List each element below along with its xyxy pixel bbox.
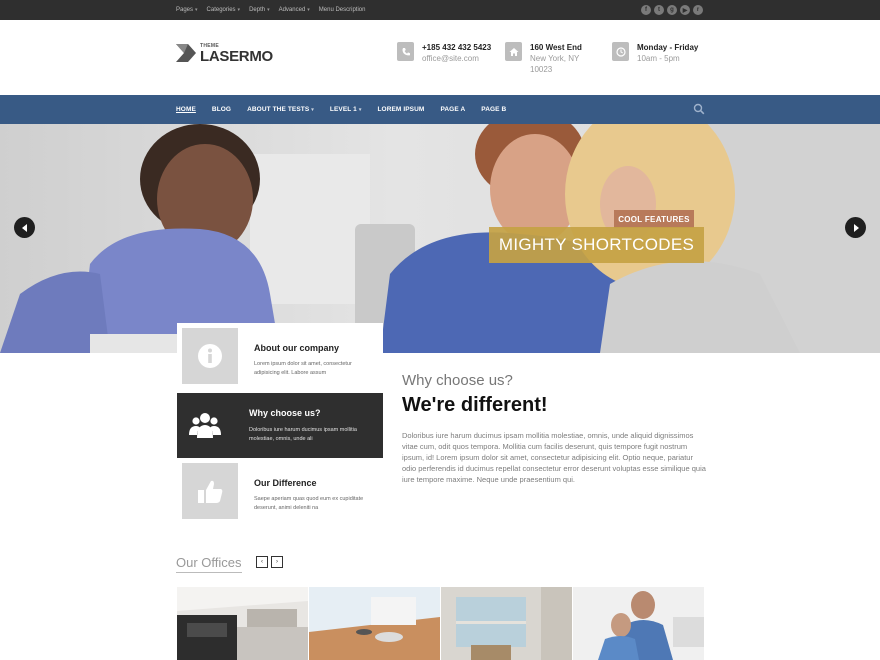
contact-phone: +185 432 432 5423 office@site.com bbox=[397, 42, 491, 64]
info-icon bbox=[198, 344, 222, 368]
contact-hours: Monday - Friday 10am - 5pm bbox=[612, 42, 698, 64]
logo-mark-icon[interactable] bbox=[176, 44, 196, 62]
address-zip: 10023 bbox=[530, 65, 553, 74]
thumbs-up-icon-box bbox=[182, 463, 238, 519]
contact-address: 160 West End New York, NY 10023 bbox=[505, 42, 582, 75]
group-icon bbox=[189, 413, 221, 438]
section-subtitle: Why choose us? bbox=[402, 372, 513, 389]
feature-desc: Doloribus iure harum ducimus ipsam molli… bbox=[249, 427, 357, 442]
email-address[interactable]: office@site.com bbox=[422, 53, 491, 64]
feature-about[interactable]: About our company Lorem ipsum dolor sit … bbox=[177, 323, 383, 389]
nav-item-label: LOREM IPSUM bbox=[377, 106, 425, 113]
phone-number: +185 432 432 5423 bbox=[422, 43, 492, 52]
nav-item-label: ABOUT THE TESTS bbox=[247, 106, 310, 113]
section-title: We're different! bbox=[402, 394, 548, 416]
hero-image bbox=[0, 124, 880, 353]
chevron-down-icon: ▾ bbox=[358, 107, 362, 113]
nav-item-page-b[interactable]: PAGE B bbox=[481, 106, 506, 113]
offices-underline bbox=[176, 572, 242, 573]
office-thumb-window[interactable] bbox=[441, 587, 572, 660]
chevron-down-icon: ▾ bbox=[195, 7, 198, 13]
google-plus-icon[interactable]: g bbox=[667, 5, 677, 15]
top-menu-label: Advanced bbox=[278, 7, 306, 13]
thumbs-up-icon bbox=[198, 480, 223, 503]
office-thumb-kitchen[interactable] bbox=[177, 587, 308, 660]
slider-next-button[interactable] bbox=[845, 217, 866, 238]
chevron-right-icon bbox=[853, 223, 859, 232]
nav-items: HOME BLOG ABOUT THE TESTS ▾ LEVEL 1 ▾ LOREM IP… bbox=[176, 95, 506, 124]
top-menu-label: Pages bbox=[176, 7, 194, 13]
top-menu-item[interactable]: Depth ▾ bbox=[249, 7, 270, 13]
chevron-down-icon: ▾ bbox=[267, 7, 270, 13]
feature-why[interactable]: Why choose us? Doloribus iure harum duci… bbox=[177, 393, 383, 458]
nav-item-about-the-tests[interactable]: ABOUT THE TESTS ▾ bbox=[247, 106, 314, 113]
clock-icon bbox=[612, 42, 629, 61]
offices-next-button[interactable]: › bbox=[271, 556, 283, 568]
top-bar: Pages ▾ Categories ▾ Depth ▾ Advanced ▾ Menu Des… bbox=[0, 0, 880, 20]
logo-text[interactable]: LASERMO bbox=[200, 48, 273, 65]
address-street: 160 West End bbox=[530, 43, 582, 52]
main-nav: HOME BLOG ABOUT THE TESTS ▾ LEVEL 1 ▾ LOREM IP… bbox=[0, 95, 880, 124]
twitter-icon[interactable]: t bbox=[654, 5, 664, 15]
slide-title: MIGHTY SHORTCODES bbox=[489, 227, 704, 263]
nav-item-label: PAGE A bbox=[440, 106, 466, 113]
top-menu-item[interactable]: Menu Description bbox=[319, 7, 366, 13]
offices-title: Our Offices bbox=[176, 555, 242, 570]
chevron-left-icon: ‹ bbox=[261, 559, 263, 565]
hours-days: Monday - Friday bbox=[637, 43, 699, 52]
chevron-left-icon bbox=[21, 223, 27, 232]
group-icon-box bbox=[177, 393, 233, 457]
top-menu-label: Menu Description bbox=[318, 7, 366, 13]
nav-item-label: LEVEL 1 bbox=[329, 106, 357, 113]
office-thumb-desk[interactable] bbox=[309, 587, 440, 660]
top-menu: Pages ▾ Categories ▾ Depth ▾ Advanced ▾ Menu Des… bbox=[176, 0, 365, 20]
top-menu-label: Depth bbox=[249, 7, 266, 13]
nav-item-level-1[interactable]: LEVEL 1 ▾ bbox=[330, 106, 362, 113]
social-icons: f t g ▶ r bbox=[641, 5, 703, 15]
feature-desc: Lorem ipsum dolor sit amet, consectetur … bbox=[254, 361, 352, 376]
nav-item-label: PAGE B bbox=[481, 106, 507, 113]
nav-item-page-a[interactable]: PAGE A bbox=[440, 106, 465, 113]
chevron-down-icon: ▾ bbox=[311, 107, 314, 113]
phone-icon bbox=[397, 42, 414, 61]
chevron-down-icon: ▾ bbox=[307, 7, 310, 13]
section-text: Doloribus iure harum ducimus ipsam molli… bbox=[402, 431, 706, 484]
offices-prev-button[interactable]: ‹ bbox=[256, 556, 268, 568]
top-menu-label: Categories bbox=[206, 7, 236, 13]
chevron-down-icon: ▾ bbox=[237, 7, 241, 13]
feature-title: Our Difference bbox=[254, 478, 317, 488]
rss-icon[interactable]: r bbox=[693, 5, 703, 15]
feature-title: About our company bbox=[254, 343, 339, 353]
info-icon-box bbox=[182, 328, 238, 384]
address-city: New York, NY bbox=[530, 54, 580, 63]
nav-item-blog[interactable]: BLOG bbox=[212, 106, 231, 113]
office-thumb-team[interactable] bbox=[573, 587, 704, 660]
nav-item-home[interactable]: HOME bbox=[176, 106, 196, 113]
hours-time: 10am - 5pm bbox=[637, 54, 680, 63]
feature-desc: Saepe aperiam quas quod eum ex cupiditat… bbox=[254, 496, 364, 511]
nav-item-label: HOME bbox=[176, 106, 196, 113]
top-menu-item[interactable]: Pages ▾ bbox=[176, 7, 198, 13]
youtube-icon[interactable]: ▶ bbox=[680, 5, 690, 15]
chevron-right-icon: › bbox=[276, 559, 278, 565]
facebook-icon[interactable]: f bbox=[641, 5, 651, 15]
home-icon bbox=[505, 42, 522, 61]
top-menu-item[interactable]: Advanced ▾ bbox=[279, 7, 310, 13]
feature-difference[interactable]: Our Difference Saepe aperiam quas quod e… bbox=[177, 458, 383, 524]
nav-item-lorem-ipsum[interactable]: LOREM IPSUM bbox=[377, 106, 424, 113]
top-menu-item[interactable]: Categories ▾ bbox=[207, 7, 241, 13]
slider-prev-button[interactable] bbox=[14, 217, 35, 238]
nav-item-label: BLOG bbox=[211, 106, 232, 113]
search-icon[interactable] bbox=[693, 103, 705, 115]
feature-title: Why choose us? bbox=[249, 408, 321, 418]
hero-slider[interactable] bbox=[0, 124, 880, 353]
slide-tag: COOL FEATURES bbox=[614, 210, 694, 228]
